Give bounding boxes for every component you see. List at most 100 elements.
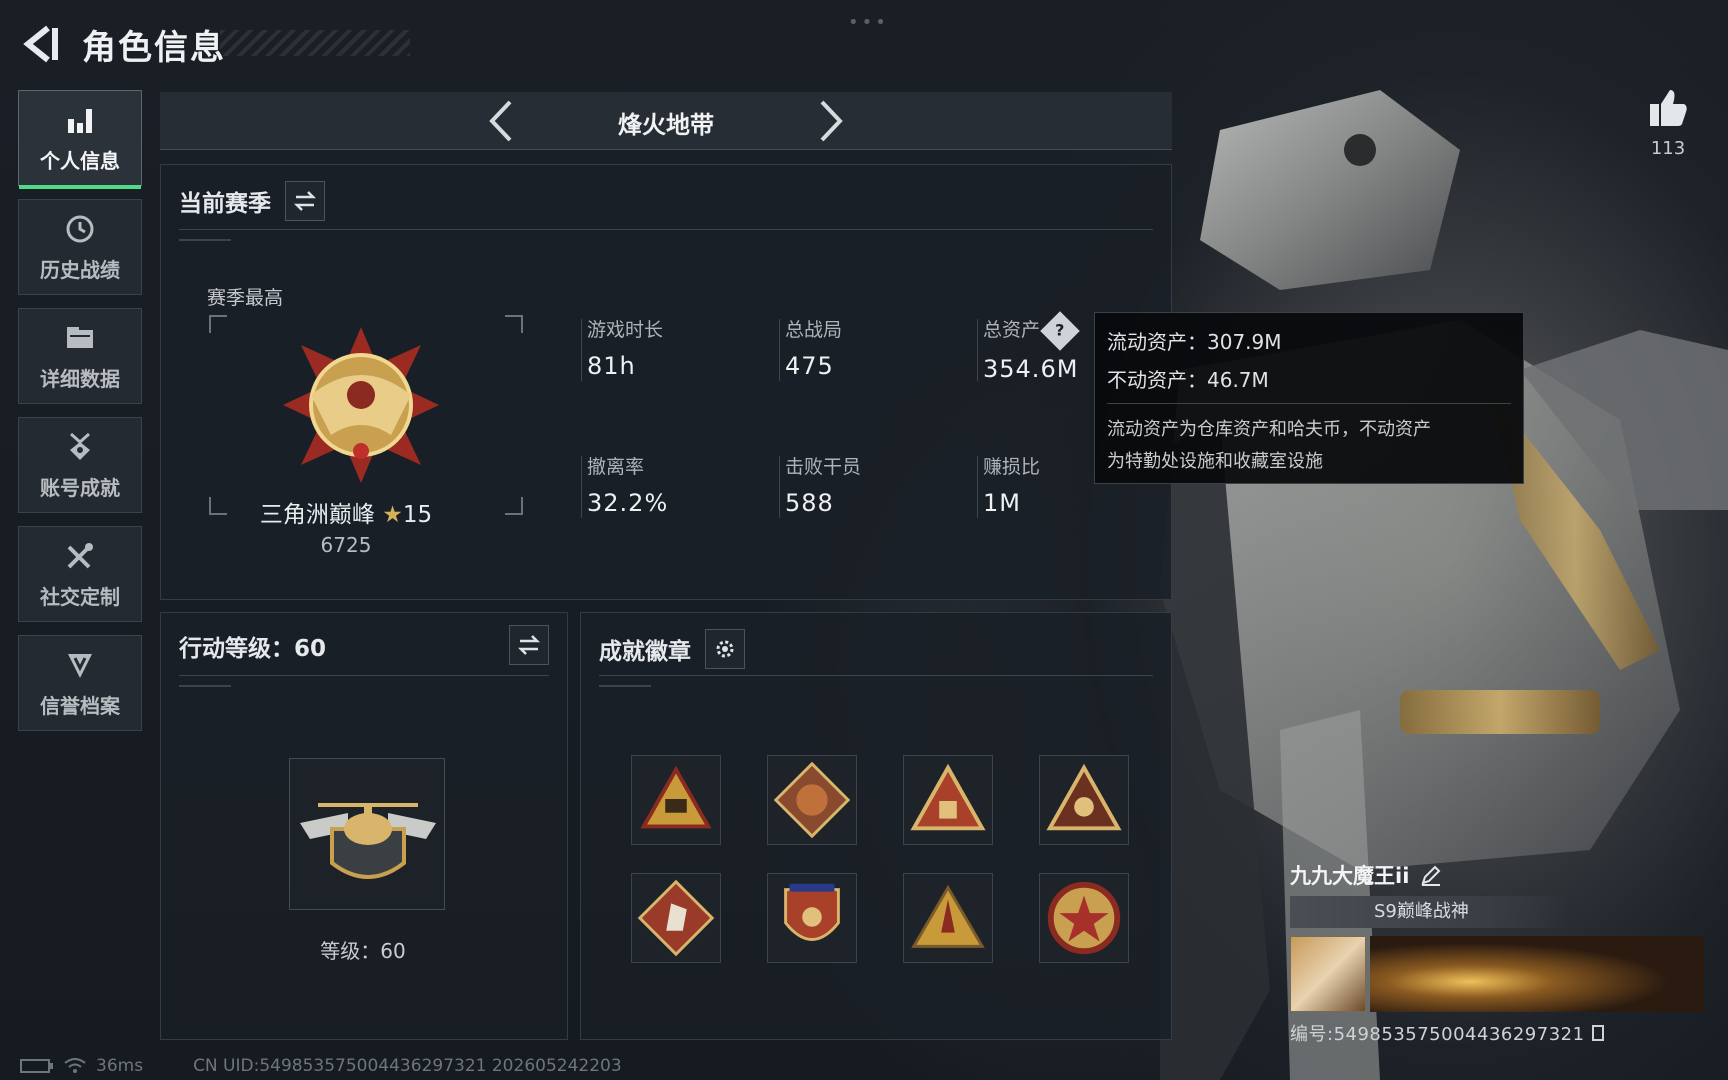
- dragon-diamond-badge-icon: [773, 761, 851, 839]
- drag-handle-dots: •••: [848, 12, 889, 33]
- achievement-badge[interactable]: [631, 755, 721, 845]
- stat-value: 588: [785, 489, 834, 517]
- achievements-panel: 成就徽章: [580, 612, 1172, 1040]
- sidebar-item-label: 信誉档案: [40, 693, 120, 718]
- page-title: 角色信息: [82, 28, 226, 68]
- star-medal-badge-icon: [1047, 881, 1121, 955]
- swap-icon: [517, 635, 541, 655]
- rank-name-row: 三角洲巅峰 ★15: [161, 495, 531, 529]
- player-banner: [1290, 936, 1710, 1012]
- divider: [179, 675, 549, 687]
- next-mode-arrow-icon[interactable]: [810, 98, 850, 144]
- stat-value: 81h: [587, 352, 636, 380]
- player-name: 九九大魔王ii: [1290, 864, 1410, 888]
- s8-triangle-badge-icon: [640, 765, 712, 829]
- sidebar-nav: 个人信息 历史战绩 详细数据 账号成就 社交定制 信誉档案: [18, 90, 144, 744]
- edit-pencil-icon[interactable]: [1419, 863, 1443, 887]
- sidebar-item-achievements[interactable]: 账号成就: [18, 417, 142, 513]
- achievements-header: 成就徽章: [599, 629, 745, 669]
- action-level-switch-button[interactable]: [509, 625, 549, 665]
- rank-star-icon: ★: [382, 502, 403, 528]
- action-level-panel: 行动等级：60 等级：60: [160, 612, 568, 1040]
- action-level-title: 行动等级：60: [179, 636, 327, 662]
- thumbs-up-icon: [1650, 90, 1687, 126]
- title-decoration: [220, 30, 410, 56]
- stat-total-assets: 总资产? 354.6M: [976, 310, 1080, 383]
- achievement-badge[interactable]: [903, 873, 993, 963]
- folder-icon: [67, 326, 93, 348]
- uid-text: CN UID:549853575004436297321 20260524220…: [193, 1056, 622, 1076]
- divider: [179, 229, 1153, 241]
- shield-star-badge-icon: [784, 883, 840, 941]
- sidebar-item-personal-info[interactable]: 个人信息: [18, 90, 142, 189]
- rocket-triangle-badge-icon: [911, 884, 985, 948]
- season-panel-title: 当前赛季: [179, 191, 271, 217]
- rank-star-count: 15: [402, 502, 433, 528]
- reputation-shield-icon: [68, 653, 92, 678]
- tooltip-liquid-assets: 流动资产：307.9M: [1107, 330, 1282, 354]
- sidebar-item-detailed-data[interactable]: 详细数据: [18, 308, 142, 404]
- ping-text: 36ms: [96, 1056, 144, 1076]
- bar-chart-icon: [68, 108, 92, 133]
- achievement-badge[interactable]: [767, 873, 857, 963]
- tooltip-fixed-assets: 不动资产：46.7M: [1107, 368, 1269, 392]
- level-badge: [289, 758, 445, 910]
- stat-value: 475: [785, 352, 834, 380]
- mode-selector: 烽火地带: [160, 92, 1172, 150]
- battery-icon: [20, 1059, 53, 1073]
- sidebar-item-label: 历史战绩: [40, 257, 120, 282]
- achievement-badge[interactable]: [631, 873, 721, 963]
- back-arrow-icon[interactable]: [18, 22, 62, 66]
- squad-triangle-badge-icon: [1046, 763, 1122, 831]
- player-name-row: 九九大魔王ii: [1290, 860, 1710, 890]
- rank-score: 6725: [320, 533, 372, 557]
- achievement-badge[interactable]: [1039, 755, 1129, 845]
- banner-art: [1370, 936, 1704, 1012]
- tooltip-divider: [1107, 403, 1511, 404]
- tooltip-description-line2: 为特勤处设施和收藏室设施: [1107, 451, 1323, 472]
- wifi-icon: [64, 1058, 86, 1073]
- like-count: 113: [1650, 138, 1686, 159]
- stat-total-matches: 总战局 475: [778, 315, 843, 381]
- stat-label: 赚损比: [983, 456, 1041, 478]
- like-button[interactable]: 113: [1644, 86, 1692, 159]
- stat-label-row: 总资产?: [983, 310, 1080, 351]
- avatar[interactable]: [1290, 936, 1366, 1012]
- stat-operators-defeated: 击败干员 588: [778, 452, 861, 518]
- frame-corner: [209, 315, 227, 333]
- player-title-badge: S9巅峰战神: [1290, 896, 1570, 928]
- helicopter-badge-icon: [300, 803, 436, 879]
- achievement-badge[interactable]: [1039, 873, 1129, 963]
- achievement-badge[interactable]: [903, 755, 993, 845]
- season-best-label: 赛季最高: [207, 287, 284, 309]
- sidebar-item-label: 社交定制: [40, 584, 120, 609]
- copy-icon[interactable]: [1591, 1024, 1607, 1042]
- achievements-settings-button[interactable]: [705, 629, 745, 669]
- help-icon[interactable]: ?: [1040, 310, 1080, 351]
- stat-label: 游戏时长: [587, 319, 664, 341]
- frame-corner: [505, 315, 523, 333]
- season-panel-header: 当前赛季: [179, 181, 325, 221]
- sidebar-item-social-custom[interactable]: 社交定制: [18, 526, 142, 622]
- sidebar-item-label: 详细数据: [40, 366, 120, 391]
- stat-label: 总战局: [785, 319, 843, 341]
- sidebar-item-history[interactable]: 历史战绩: [18, 199, 142, 295]
- rank-emblem-icon: [283, 327, 439, 483]
- sidebar-item-label: 账号成就: [40, 475, 120, 500]
- stat-value: 1M: [983, 489, 1021, 517]
- stat-label: 撤离率: [587, 456, 645, 478]
- divider: [599, 675, 1153, 687]
- help-icon-glyph: ?: [1055, 320, 1065, 340]
- stat-profit-loss: 赚损比 1M: [976, 452, 1041, 518]
- season-switch-button[interactable]: [285, 181, 325, 221]
- sidebar-item-reputation[interactable]: 信誉档案: [18, 635, 142, 731]
- status-bar: 36ms CN UID:549853575004436297321 202605…: [20, 1056, 622, 1076]
- gear-icon: [716, 640, 734, 658]
- mode-title: 烽火地带: [618, 111, 714, 139]
- stat-play-time: 游戏时长 81h: [580, 315, 664, 381]
- rank-name: 三角洲巅峰: [259, 502, 375, 528]
- action-level-header: 行动等级：60: [179, 629, 326, 663]
- achievement-badge[interactable]: [767, 755, 857, 845]
- player-id: 编号:549853575004436297321: [1290, 1024, 1585, 1045]
- level-text: 等级：60: [320, 939, 406, 963]
